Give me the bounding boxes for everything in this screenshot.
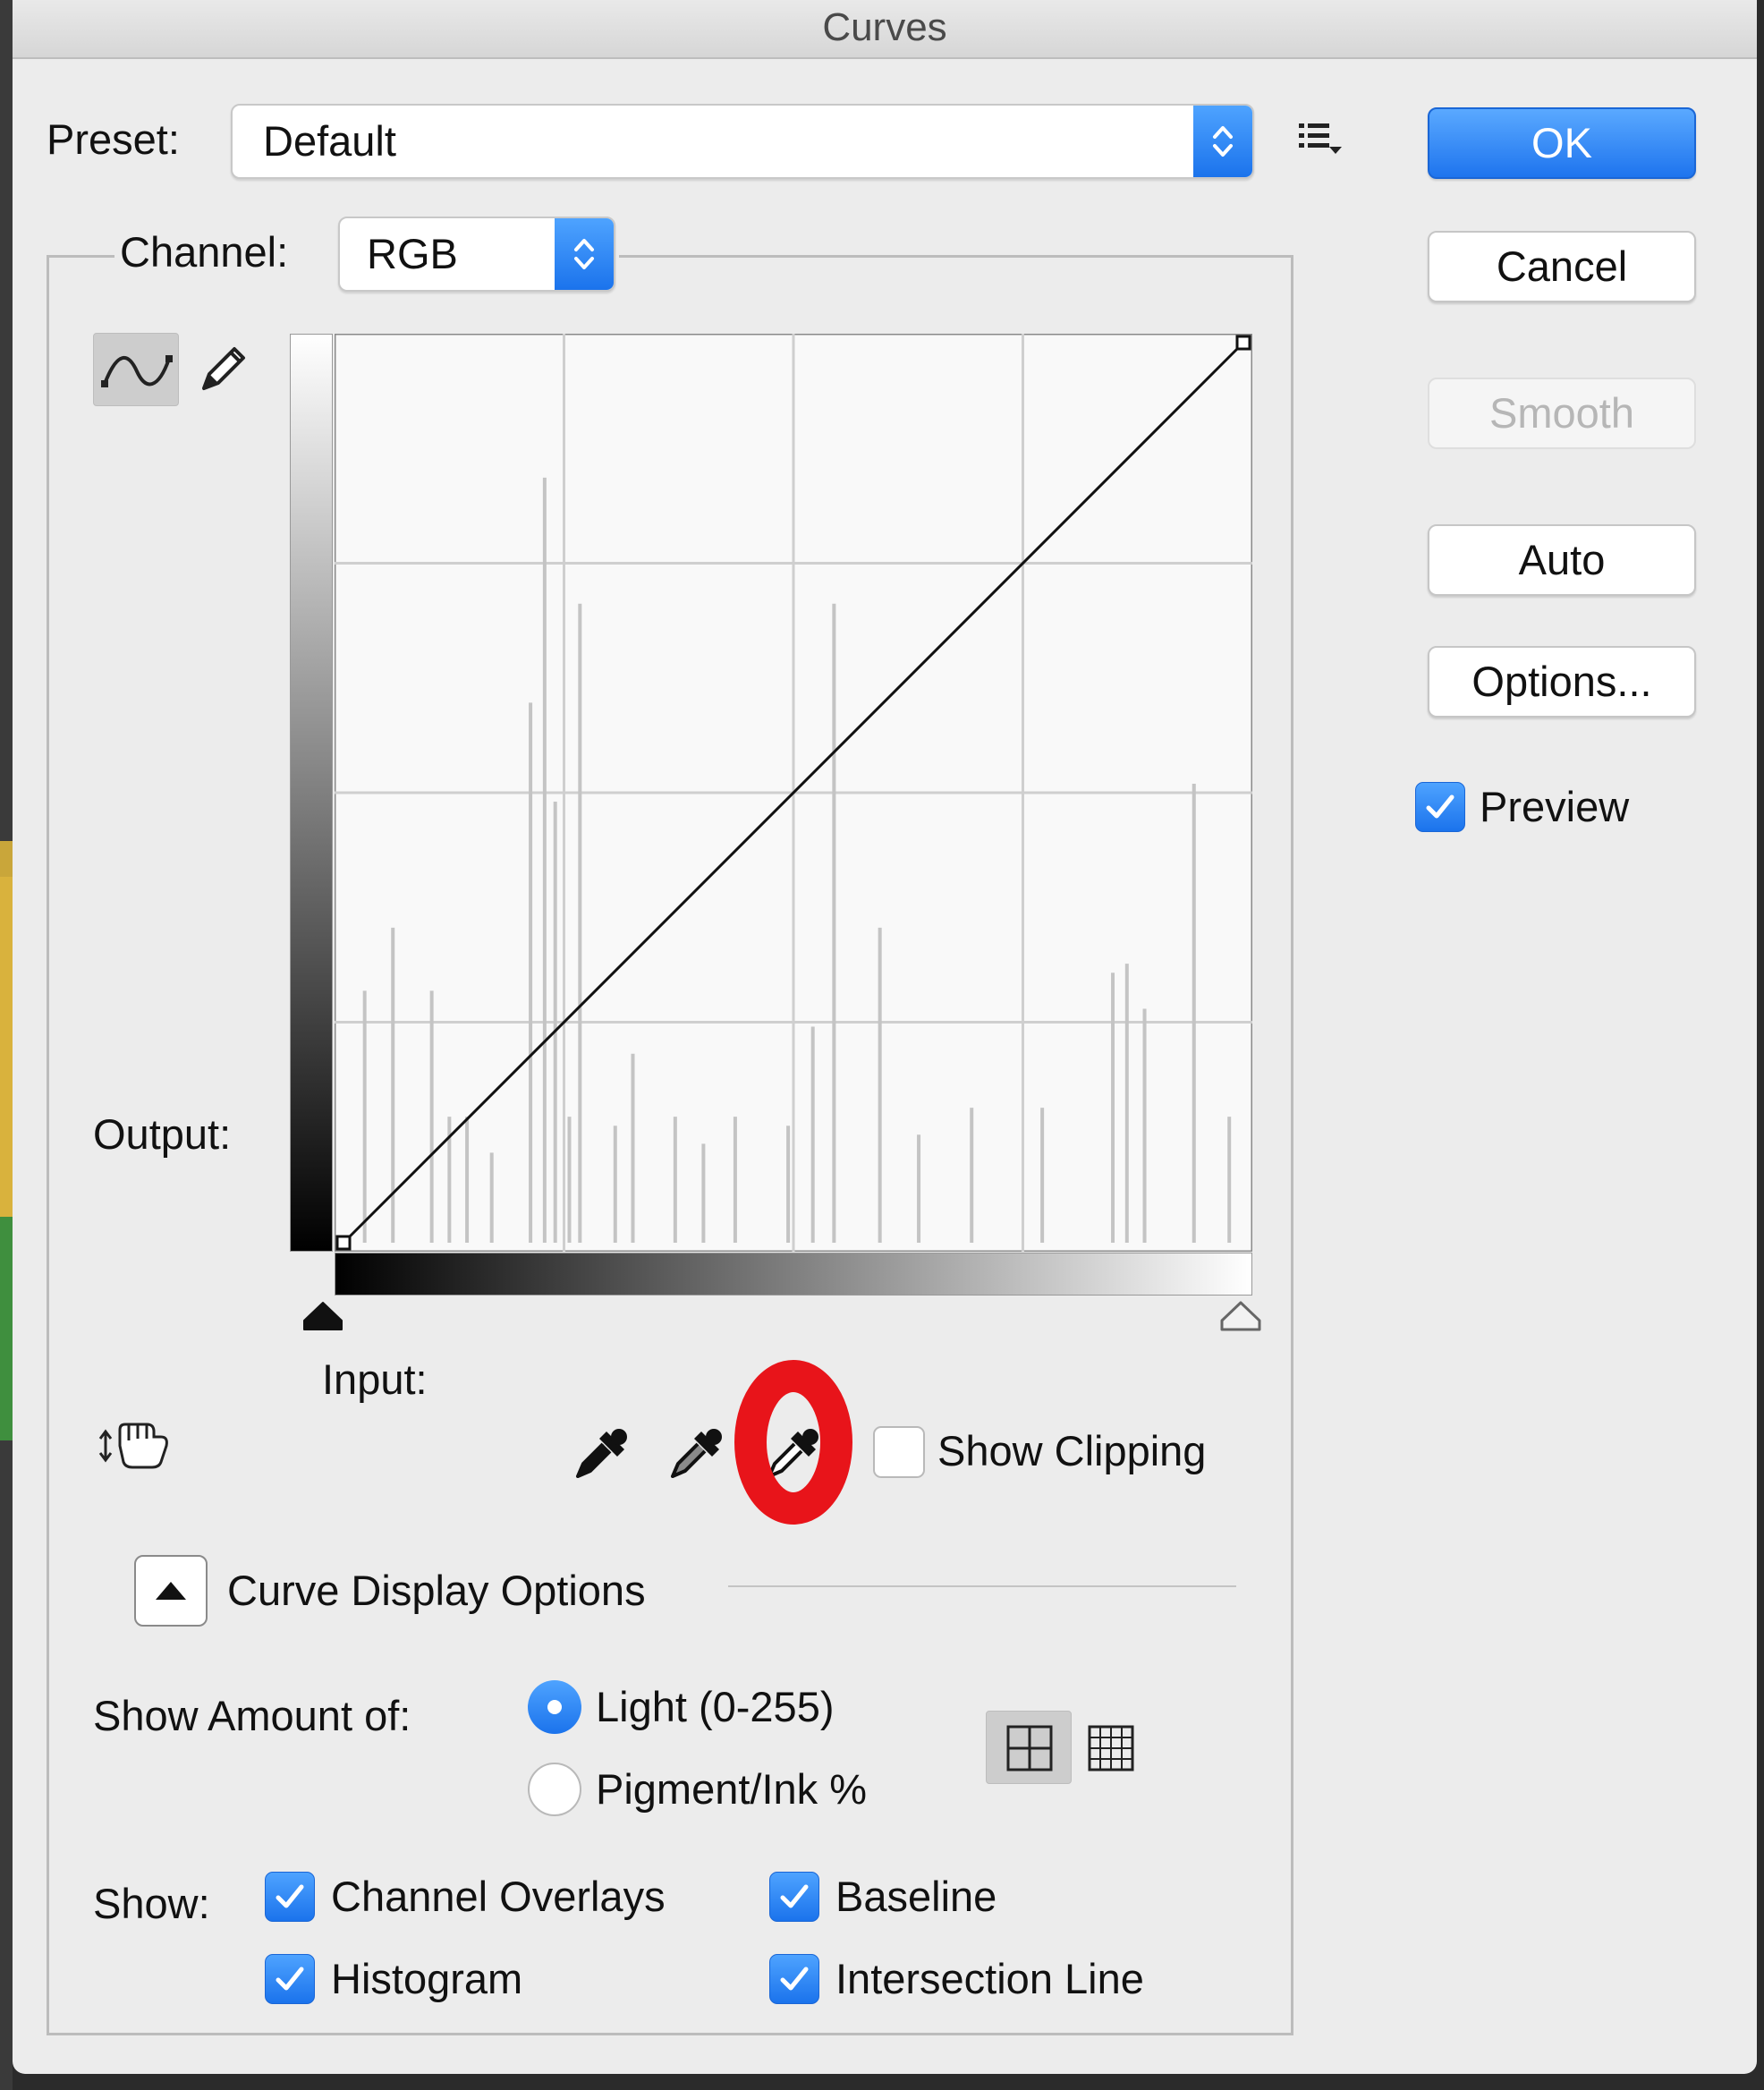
checkmark-icon	[276, 1884, 304, 1908]
checkmark-icon	[1426, 794, 1454, 819]
channel-overlays-label: Channel Overlays	[331, 1873, 666, 1920]
black-point-slider[interactable]	[301, 1299, 345, 1335]
preset-menu-icon[interactable]	[1297, 120, 1347, 161]
ok-button[interactable]: OK	[1428, 107, 1696, 179]
curve-point-tool[interactable]	[93, 333, 179, 406]
baseline-checkbox[interactable]	[769, 1872, 819, 1922]
curve-graph[interactable]	[335, 334, 1252, 1252]
channel-overlays-checkbox[interactable]	[265, 1872, 315, 1922]
checkmark-icon	[276, 1967, 304, 1991]
histogram-checkbox[interactable]	[265, 1954, 315, 2004]
display-options-divider	[728, 1585, 1236, 1587]
red-annotation-circle	[734, 1360, 852, 1525]
input-label: Input:	[322, 1355, 428, 1403]
group-border-top-left	[47, 255, 114, 258]
desktop-background	[0, 0, 13, 2090]
intersection-line-checkbox[interactable]	[769, 1954, 819, 2004]
light-radio[interactable]	[528, 1680, 581, 1734]
title-bar[interactable]: Curves	[13, 0, 1757, 59]
pencil-icon[interactable]	[191, 336, 254, 399]
display-options-disclosure[interactable]	[134, 1555, 208, 1627]
black-eyedropper-icon[interactable]	[565, 1419, 637, 1491]
auto-button[interactable]: Auto	[1428, 524, 1696, 596]
preset-label: Preset:	[47, 115, 180, 163]
output-gradient-bar	[290, 334, 333, 1252]
smooth-button[interactable]: Smooth	[1428, 378, 1696, 449]
options-button[interactable]: Options...	[1428, 646, 1696, 718]
pigment-label: Pigment/Ink %	[596, 1765, 868, 1813]
simple-grid-toggle[interactable]	[986, 1711, 1072, 1784]
display-options-title: Curve Display Options	[227, 1567, 646, 1614]
show-amount-label: Show Amount of:	[93, 1692, 411, 1739]
preset-value: Default	[263, 117, 396, 165]
detailed-grid-icon[interactable]	[1086, 1723, 1136, 1773]
white-point-slider[interactable]	[1218, 1299, 1263, 1335]
group-border-top-right	[619, 255, 1293, 258]
targeted-adjustment-icon[interactable]	[97, 1414, 177, 1476]
preset-stepper[interactable]	[1193, 106, 1252, 177]
updown-arrows-icon	[574, 239, 594, 269]
curve-control-point[interactable]	[335, 1235, 352, 1251]
preset-select[interactable]: Default	[231, 104, 1254, 179]
show-clipping-label: Show Clipping	[937, 1427, 1207, 1474]
channel-stepper[interactable]	[555, 218, 614, 290]
channel-select[interactable]: RGB	[338, 217, 615, 292]
window-title: Curves	[822, 5, 947, 49]
curve-tool-icon	[101, 355, 173, 387]
histogram-label: Histogram	[331, 1955, 523, 2002]
output-label: Output:	[93, 1110, 232, 1158]
intersection-line-label: Intersection Line	[835, 1955, 1144, 2002]
annotation-stroke	[734, 1360, 852, 1525]
baseline-label: Baseline	[835, 1873, 997, 1920]
show-clipping-checkbox[interactable]	[873, 1426, 925, 1478]
input-gradient-bar	[335, 1253, 1252, 1296]
checkmark-icon	[780, 1967, 809, 1991]
gray-eyedropper-icon[interactable]	[660, 1419, 732, 1491]
pigment-radio[interactable]	[528, 1763, 581, 1816]
cancel-button[interactable]: Cancel	[1428, 231, 1696, 302]
channel-value: RGB	[367, 230, 458, 277]
updown-arrows-icon	[1213, 126, 1233, 157]
channel-label: Channel:	[120, 228, 289, 276]
preview-checkbox[interactable]	[1415, 782, 1465, 832]
light-label: Light (0-255)	[596, 1683, 835, 1730]
show-label: Show:	[93, 1880, 210, 1927]
curves-dialog: Curves Preset: Default OK Cancel Smooth …	[13, 0, 1757, 2074]
preview-label: Preview	[1480, 783, 1630, 830]
simple-grid-icon	[1006, 1725, 1053, 1771]
checkmark-icon	[780, 1884, 809, 1908]
triangle-up-icon	[156, 1582, 186, 1600]
curve-control-point[interactable]	[1235, 335, 1251, 351]
